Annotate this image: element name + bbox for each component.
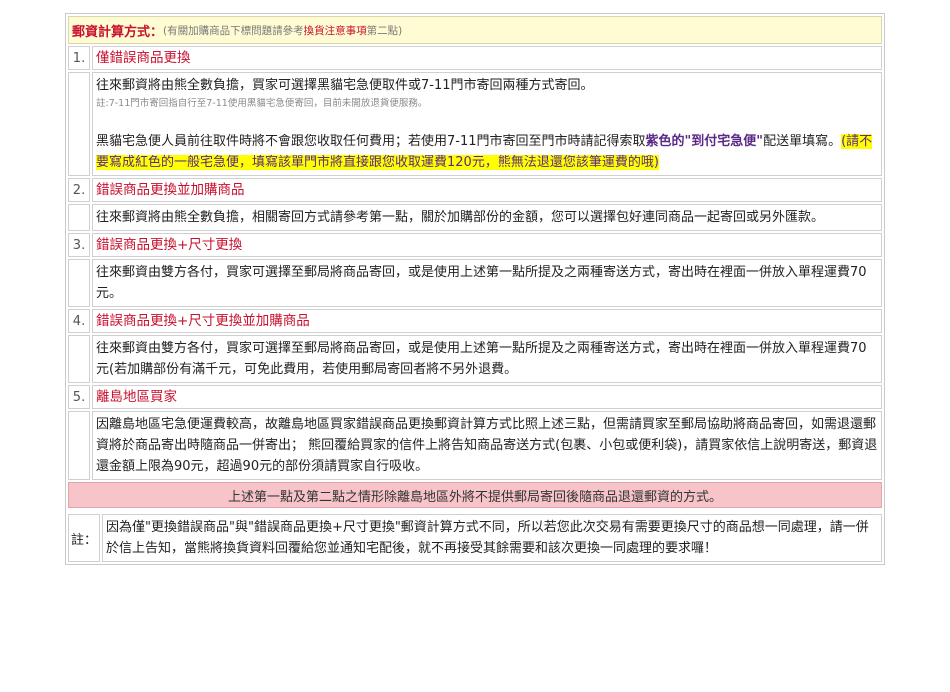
section-body: 往來郵資由雙方各付，買家可選擇至郵局將商品寄回，或是使用上述第一點所提及之兩種寄… [92,259,882,307]
purple-cod-form: 紫色的"到付宅急便" [645,134,764,149]
section-5-title-row: 5. 離島地區買家 [68,385,882,409]
section-1-note: 註:7-11門市寄回指自行至7-11使用黑貓宅急便寄回，目前未開放退貨便服務。 [96,98,428,109]
footnote-label: 註： [68,514,100,562]
section-2-body-row: 往來郵資將由熊全數負擔，相關寄回方式請參考第一點，關於加購部份的金額，您可以選擇… [68,204,882,231]
section-body: 往來郵資由雙方各付，買家可選擇至郵局將商品寄回，或是使用上述第一點所提及之兩種寄… [92,335,882,383]
section-body: 因離島地區宅急便運費較高，故離島地區買家錯誤商品更換郵資計算方式比照上述三點，但… [92,411,882,480]
section-number: 2. [68,178,90,202]
section-body: 往來郵資將由熊全數負擔，買家可選擇黑貓宅急便取件或7-11門市寄回兩種方式寄回。… [92,72,882,176]
section-number: 3. [68,233,90,257]
section-1-title-row: 1. 僅錯誤商品更換 [68,46,882,70]
section-title: 錯誤商品更換+尺寸更換 [92,233,882,257]
section-3-title-row: 3. 錯誤商品更換+尺寸更換 [68,233,882,257]
summary-banner: 上述第一點及第二點之情形除離島地區外將不提供郵局寄回後隨商品退還郵資的方式。 [68,482,882,508]
section-1-paragraph-1: 往來郵資將由熊全數負擔，買家可選擇黑貓宅急便取件或7-11門市寄回兩種方式寄回。 [96,78,594,93]
section-4-title-row: 4. 錯誤商品更換+尺寸更換並加購商品 [68,309,882,333]
section-1-paragraph-2: 黑貓宅急便人員前往取件時將不會跟您收取任何費用；若使用7-11門市寄回至門市時請… [96,134,873,170]
notice-link: 換貨注意事項 [303,24,367,37]
section-2-title-row: 2. 錯誤商品更換並加購商品 [68,178,882,202]
section-title: 離島地區買家 [92,385,882,409]
section-title: 錯誤商品更換並加購商品 [92,178,882,202]
header-title: 郵資計算方式： [72,24,164,40]
section-4-body-row: 往來郵資由雙方各付，買家可選擇至郵局將商品寄回，或是使用上述第一點所提及之兩種寄… [68,335,882,383]
footnote-text: 因為僅"更換錯誤商品"與"錯誤商品更換+尺寸更換"郵資計算方式不同，所以若您此次… [102,514,882,562]
section-1-body-row: 往來郵資將由熊全數負擔，買家可選擇黑貓宅急便取件或7-11門市寄回兩種方式寄回。… [68,72,882,176]
shipping-policy-table: 郵資計算方式： (有關加購商品下標問題請參考換貨注意事項第二點) 1. 僅錯誤商… [65,13,885,565]
section-number: 5. [68,385,90,409]
section-body: 往來郵資將由熊全數負擔，相關寄回方式請參考第一點，關於加購部份的金額，您可以選擇… [92,204,882,231]
section-title: 錯誤商品更換+尺寸更換並加購商品 [92,309,882,333]
section-number: 1. [68,46,90,70]
header-note: (有關加購商品下標問題請參考換貨注意事項第二點) [163,24,403,37]
header-row: 郵資計算方式： (有關加購商品下標問題請參考換貨注意事項第二點) [68,16,882,44]
footnote-row: 註： 因為僅"更換錯誤商品"與"錯誤商品更換+尺寸更換"郵資計算方式不同，所以若… [68,514,882,562]
section-number: 4. [68,309,90,333]
section-5-body-row: 因離島地區宅急便運費較高，故離島地區買家錯誤商品更換郵資計算方式比照上述三點，但… [68,411,882,480]
section-title: 僅錯誤商品更換 [92,46,882,70]
section-3-body-row: 往來郵資由雙方各付，買家可選擇至郵局將商品寄回，或是使用上述第一點所提及之兩種寄… [68,259,882,307]
